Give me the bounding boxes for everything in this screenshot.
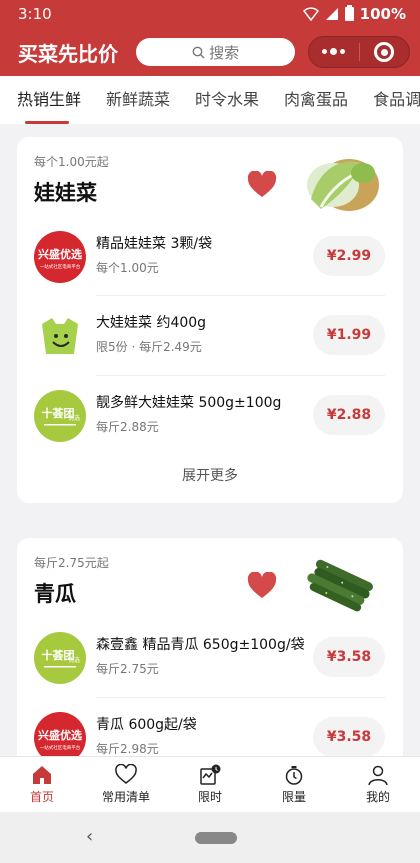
product-name: 靓多鲜大娃娃菜 500g±100g: [96, 395, 282, 411]
nav-limited-quantity[interactable]: 限量: [252, 757, 336, 812]
product-card: 每个1.00元起 娃娃菜 兴盛优选一站式社区电商平台 精品娃娃菜 3颗/袋 每个…: [17, 137, 403, 503]
search-icon: [192, 46, 205, 58]
product-row[interactable]: 十荟团 优选 靓多鲜大娃娃菜 500g±100g 每斤2.88元 ¥2.88: [17, 376, 403, 456]
card-subtitle: 每个1.00元起: [34, 155, 109, 169]
search-input[interactable]: 搜索: [136, 38, 295, 66]
product-unit-price: 每个1.00元: [96, 261, 159, 275]
product-row[interactable]: 兴盛优选一站式社区电商平台 精品娃娃菜 3颗/袋 每个1.00元 ¥2.99: [17, 217, 403, 297]
svg-text:优选: 优选: [68, 656, 80, 664]
product-row[interactable]: 兴盛优选一站式社区电商平台 青瓜 600g起/袋 每斤2.98元 ¥3.58: [17, 698, 403, 756]
wifi-icon: [302, 7, 319, 21]
svg-text:一站式社区电商平台: 一站式社区电商平台: [40, 744, 81, 751]
battery-level: 100%: [359, 5, 406, 23]
product-unit-price: 每斤2.88元: [96, 420, 159, 434]
app-header: 买菜先比价 搜索: [0, 28, 420, 76]
nav-profile[interactable]: 我的: [336, 757, 420, 812]
product-name: 青瓜 600g起/袋: [96, 717, 197, 733]
price-button[interactable]: ¥3.58: [313, 717, 385, 756]
tab-meat-eggs[interactable]: 肉禽蛋品: [284, 76, 348, 124]
more-dot-icon: [330, 48, 338, 55]
svg-text:一站式社区电商平台: 一站式社区电商平台: [40, 263, 81, 270]
tab-fruits[interactable]: 时令水果: [195, 76, 259, 124]
price-button[interactable]: ¥3.58: [313, 637, 385, 677]
product-unit-price: 限5份 · 每斤2.49元: [96, 340, 202, 354]
price-button[interactable]: ¥2.99: [313, 236, 385, 276]
card-title: 青瓜: [34, 582, 76, 606]
status-bar: 3:10 100%: [0, 0, 420, 28]
nav-label: 限时: [197, 790, 222, 804]
more-menu-button[interactable]: [309, 48, 359, 55]
svg-text:兴盛优选: 兴盛优选: [38, 247, 82, 261]
nav-favorites[interactable]: 常用清单: [84, 757, 168, 812]
nav-home[interactable]: 首页: [0, 757, 84, 812]
nav-limited-time[interactable]: 限时: [168, 757, 252, 812]
expand-more-link[interactable]: 展开更多: [17, 465, 403, 485]
nav-label: 限量: [281, 790, 306, 804]
close-miniprogram-button[interactable]: [359, 42, 409, 62]
product-feed[interactable]: 每个1.00元起 娃娃菜 兴盛优选 一站式社区电商平台 精品娃娃菜 3颗/袋 每个…: [0, 124, 420, 756]
card-header: 每个1.00元起 娃娃菜: [17, 137, 403, 217]
tab-vegetables[interactable]: 新鲜蔬菜: [106, 76, 170, 124]
product-card: 每斤2.75元起 青瓜 十荟团 优选 森壹鑫 精品青瓜 650g±100g/袋 每…: [17, 538, 403, 756]
product-row[interactable]: 大娃娃菜 约400g 限5份 · 每斤2.49元 ¥1.99: [17, 296, 403, 376]
clock-calendar-icon: [200, 764, 221, 785]
product-row[interactable]: 十荟团 优选 森壹鑫 精品青瓜 650g±100g/袋 每斤2.75元 ¥3.58: [17, 618, 403, 698]
price-button[interactable]: ¥2.88: [313, 395, 385, 435]
user-icon: [368, 765, 388, 786]
smiley-bag-logo: [34, 310, 86, 362]
product-unit-price: 每斤2.98元: [96, 742, 159, 756]
system-nav-bar: ‹: [0, 812, 420, 863]
status-time: 3:10: [18, 5, 52, 23]
signal-icon: [325, 8, 338, 20]
product-name: 森壹鑫 精品青瓜 650g±100g/袋: [96, 637, 305, 653]
product-unit-price: 每斤2.75元: [96, 662, 159, 676]
status-icons: 100%: [302, 5, 406, 23]
cucumber-image: [307, 559, 373, 612]
heart-icon: [115, 764, 137, 784]
stopwatch-icon: [285, 766, 303, 785]
svg-text:优选: 优选: [68, 414, 80, 422]
tab-food[interactable]: 食品调: [373, 76, 420, 124]
app-title: 买菜先比价: [18, 41, 118, 66]
category-tabs: 热销生鲜 新鲜蔬菜 时令水果 肉禽蛋品 食品调: [0, 76, 420, 124]
xingsheng-logo: 兴盛优选一站式社区电商平台: [34, 231, 86, 283]
product-name: 大娃娃菜 约400g: [96, 315, 207, 331]
price-button[interactable]: ¥1.99: [313, 315, 385, 355]
card-title: 娃娃菜: [34, 181, 97, 205]
xingsheng-logo: 兴盛优选一站式社区电商平台: [34, 712, 86, 756]
nav-label: 常用清单: [101, 790, 150, 804]
target-icon: [374, 42, 395, 62]
more-dot-icon: [340, 49, 346, 54]
miniprogram-capsule: [308, 36, 410, 68]
svg-text:兴盛优选: 兴盛优选: [38, 728, 82, 742]
nav-label: 首页: [29, 790, 54, 804]
favorite-heart-icon[interactable]: [247, 171, 277, 199]
card-subtitle: 每斤2.75元起: [34, 556, 109, 570]
battery-icon: [344, 5, 354, 21]
bottom-nav: 首页 常用清单 限时 限量 我的: [0, 756, 420, 812]
shihuituan-logo: 十荟团 优选: [34, 632, 86, 684]
back-chevron-icon[interactable]: ‹: [86, 826, 93, 847]
napa-cabbage-image: [307, 159, 379, 211]
product-name: 精品娃娃菜 3颗/袋: [96, 236, 213, 252]
home-icon: [33, 766, 51, 784]
tab-hot-fresh[interactable]: 热销生鲜: [17, 76, 81, 124]
shihuituan-logo: 十荟团 优选: [34, 390, 86, 442]
more-dot-icon: [322, 49, 328, 54]
card-header: 每斤2.75元起 青瓜: [17, 538, 403, 618]
favorite-heart-icon[interactable]: [247, 572, 277, 600]
search-placeholder: 搜索: [209, 43, 240, 62]
nav-label: 我的: [365, 790, 390, 804]
home-gesture-pill[interactable]: [195, 832, 237, 844]
